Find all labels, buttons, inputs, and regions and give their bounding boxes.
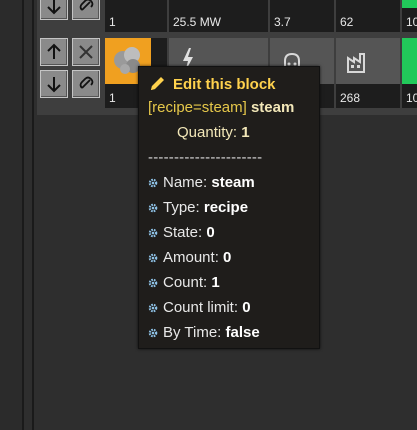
recipe-name: steam <box>250 99 295 116</box>
quantity-label: Quantity: <box>177 124 238 141</box>
pencil-icon <box>151 77 164 90</box>
property-value: steam <box>211 174 255 191</box>
tooltip-divider: ---------------------- <box>148 149 263 166</box>
gear-icon <box>148 178 158 188</box>
gear-icon <box>148 328 158 338</box>
move-down-button[interactable] <box>40 70 68 98</box>
property-value: 0 <box>242 299 251 316</box>
rail-divider <box>32 0 34 430</box>
output-cell: 10 <box>402 38 417 108</box>
property-value: 1 <box>211 274 220 291</box>
link-icon <box>79 0 94 11</box>
move-down-button[interactable] <box>40 0 68 20</box>
gear-icon <box>148 203 158 213</box>
property-row: Type: recipe <box>148 199 248 216</box>
building-cell: 62 <box>336 0 400 32</box>
property-label: Name: <box>163 174 208 191</box>
icon-count-cell: 1 <box>105 0 167 32</box>
property-label: By Time: <box>163 324 222 341</box>
property-row: State: 0 <box>148 224 215 241</box>
tooltip-header: Edit this block <box>149 74 276 93</box>
arrow-up-icon <box>47 43 61 59</box>
gear-icon <box>148 303 158 313</box>
quantity-line: Quantity: 1 <box>177 124 250 141</box>
recipe-line: [recipe=steam] steam <box>148 99 294 116</box>
block-tooltip: Edit this block [recipe=steam] steam Qua… <box>138 66 320 349</box>
property-label: Count limit: <box>163 299 239 316</box>
close-icon <box>79 45 93 59</box>
gear-icon <box>148 278 158 288</box>
property-row: By Time: false <box>148 324 260 341</box>
property-value: 0 <box>206 224 215 241</box>
arrow-down-icon <box>47 0 61 15</box>
tooltip-title: Edit this block <box>173 76 276 93</box>
property-value: recipe <box>203 199 249 216</box>
rail-divider <box>22 0 24 430</box>
gear-icon <box>148 228 158 238</box>
arrow-down-icon <box>47 77 61 93</box>
building-cell: 268 <box>336 38 400 108</box>
module-cell: 3.7 <box>270 0 334 32</box>
output-value: 10 <box>406 15 417 29</box>
output-cell: 10 <box>402 0 417 32</box>
property-label: Type: <box>163 199 200 216</box>
property-label: Count: <box>163 274 208 291</box>
factory-icon <box>347 53 365 73</box>
power-cell: 25.5 MW <box>169 0 268 32</box>
recipe-tag: [recipe=steam] <box>148 99 247 116</box>
move-up-button[interactable] <box>40 38 68 66</box>
property-row: Amount: 0 <box>148 249 231 266</box>
property-label: State: <box>163 224 203 241</box>
property-row: Count limit: 0 <box>148 299 251 316</box>
property-value: false <box>225 324 260 341</box>
recipe-count: 1 <box>109 91 116 105</box>
quantity-value: 1 <box>241 124 250 141</box>
module-value: 3.7 <box>274 15 291 29</box>
property-value: 0 <box>223 249 232 266</box>
link-button[interactable] <box>72 0 100 20</box>
left-rail <box>0 0 22 430</box>
link-icon <box>79 76 94 89</box>
property-label: Amount: <box>163 249 219 266</box>
gear-icon <box>148 253 158 263</box>
link-button[interactable] <box>72 70 100 98</box>
building-value: 62 <box>340 15 354 29</box>
building-count: 268 <box>340 91 361 105</box>
power-value: 25.5 MW <box>173 15 222 29</box>
output-value: 10 <box>406 91 417 105</box>
delete-button[interactable] <box>72 38 100 66</box>
property-row: Count: 1 <box>148 274 220 291</box>
count-value: 1 <box>109 15 116 29</box>
property-row: Name: steam <box>148 174 255 191</box>
